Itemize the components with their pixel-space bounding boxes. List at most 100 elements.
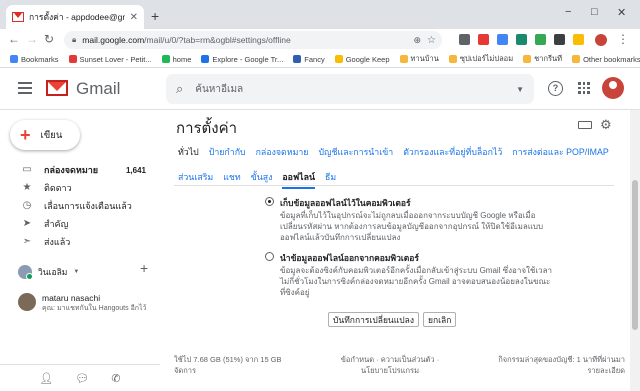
gmail-header: Gmail ⌕ ค้นหาอีเมล ▼ ? — [0, 68, 640, 110]
manage-storage-link[interactable]: จัดการ — [174, 365, 282, 376]
details-link[interactable]: รายละเอียด — [475, 365, 625, 376]
scrollbar[interactable] — [630, 110, 640, 391]
important-icon: ➤ — [22, 218, 32, 229]
sidebar-item-starred[interactable]: ★ ติดดาว — [0, 179, 158, 197]
person-icon[interactable]: 👤︎ — [39, 372, 53, 385]
bookmark-item[interactable]: ซุปเปอร์ไม่ปลอม — [448, 53, 514, 65]
hangouts-contact[interactable]: mataru nasachi คุณ: มาแชทกันใน Hangouts … — [18, 293, 146, 314]
bookmark-icon — [572, 55, 581, 63]
bookmark-label: Sunset Lover - Petit... — [79, 54, 152, 64]
search-input[interactable]: ค้นหาอีเมล — [195, 82, 243, 97]
sidebar-item-sent[interactable]: ➣ ส่งแล้ว — [0, 233, 158, 251]
settings-tab[interactable]: ส่วนเสริม — [178, 170, 213, 189]
keyboard-icon[interactable] — [578, 121, 592, 129]
gmail-wordmark[interactable]: Gmail — [76, 79, 120, 99]
settings-tab[interactable]: ตัวกรองและที่อยู่ที่บล็อกไว้ — [403, 145, 502, 159]
sidebar-item-inbox[interactable]: ▭ กล่องจดหมาย 1,641 — [0, 161, 158, 179]
sidebar-item-label: สำคัญ — [44, 219, 69, 229]
minimize-button[interactable]: − — [565, 6, 571, 18]
save-changes-button[interactable]: บันทึกการเปลี่ยนแปลง — [328, 312, 419, 327]
bookmark-label: Bookmarks — [21, 54, 59, 64]
radio-keep[interactable] — [265, 197, 274, 206]
bookmark-item[interactable]: Explore - Google Tr... — [201, 55, 283, 64]
lock-icon: 🔒︎ — [72, 35, 77, 44]
avatar — [18, 293, 36, 311]
extension-icon[interactable] — [573, 34, 584, 45]
bookmark-icon — [399, 55, 408, 63]
bookmark-label: ซุปเปอร์ไม่ปลอม — [459, 54, 514, 63]
profile-avatar[interactable] — [595, 34, 607, 46]
url-host: mail.google.com — [82, 35, 145, 45]
chat-icon[interactable]: 💬︎ — [75, 372, 89, 385]
offline-option-keep[interactable]: เก็บข้อมูลออฟไลน์ไว้ในคอมพิวเตอร์ ข้อมูล… — [265, 196, 555, 243]
close-window-button[interactable]: ✕ — [617, 6, 626, 19]
settings-tab[interactable]: กล่องจดหมาย — [256, 145, 309, 159]
star-icon: ★ — [22, 182, 32, 193]
forward-icon[interactable]: → — [26, 32, 38, 46]
bookmark-label: Fancy — [304, 54, 325, 64]
extension-icon[interactable] — [497, 34, 508, 45]
extension-icon[interactable] — [459, 34, 470, 45]
bookmark-item[interactable]: Fancy — [293, 54, 325, 64]
main-menu-icon[interactable] — [18, 82, 32, 97]
settings-tab[interactable]: ป้ายกำกับ — [209, 145, 246, 159]
zoom-icon[interactable]: ⊕ — [413, 35, 421, 46]
send-icon: ➣ — [22, 236, 32, 247]
apps-grid-icon[interactable] — [578, 82, 590, 94]
search-icon[interactable]: ⌕ — [176, 81, 183, 97]
offline-option-remove[interactable]: นำข้อมูลออฟไลน์ออกจากคอมพิวเตอร์ ข้อมูลจ… — [265, 251, 555, 298]
star-bookmark-icon[interactable]: ☆ — [427, 35, 436, 46]
extension-icon[interactable] — [478, 34, 489, 45]
compose-button[interactable]: + เขียน — [10, 120, 80, 150]
settings-tab[interactable]: ออฟไลน์ — [282, 170, 316, 189]
gmail-logo-icon[interactable] — [46, 80, 68, 96]
back-icon[interactable]: ← — [8, 32, 20, 46]
address-bar[interactable]: 🔒︎ mail.google.com/mail/u/0/?tab=rm&ogbl… — [64, 31, 442, 49]
terms-links[interactable]: ข้อกำหนด · ความเป็นส่วนตัว · นโยบายโปรแก… — [330, 354, 450, 376]
gmail-favicon-icon — [12, 12, 24, 22]
sidebar-item-label: กล่องจดหมาย — [44, 165, 99, 175]
search-options-icon[interactable]: ▼ — [516, 85, 524, 94]
new-tab-button[interactable]: + — [151, 8, 159, 24]
bookmark-item[interactable]: ชากรีนที — [523, 53, 562, 65]
search-bar[interactable]: ⌕ ค้นหาอีเมล ▼ — [166, 74, 534, 104]
settings-tab[interactable]: การส่งต่อและ POP/IMAP — [512, 145, 608, 159]
bookmark-item[interactable]: Google Keep — [334, 55, 390, 64]
hangouts-self[interactable]: วินเอลิม ▼ — [18, 265, 79, 280]
sidebar-item-snoozed[interactable]: ◷ เลื่อนการแจ้งเตือนแล้ว — [0, 197, 158, 215]
scrollbar-thumb[interactable] — [632, 180, 638, 330]
tab-title: การตั้งค่า - appdodee@gmail.com — [29, 12, 125, 22]
gear-icon[interactable]: ⚙ — [600, 117, 612, 133]
extension-icon[interactable] — [516, 34, 527, 45]
bookmark-label: Explore - Google Tr... — [212, 54, 284, 64]
settings-tab[interactable]: ธีม — [325, 170, 336, 189]
storage-info: ใช้ไป 7.68 GB (51%) จาก 15 GB จัดการ — [174, 354, 282, 376]
reload-icon[interactable]: ↻ — [44, 32, 54, 46]
menu-icon[interactable]: ⋮ — [617, 32, 629, 46]
maximize-button[interactable]: □ — [591, 6, 598, 18]
bookmark-item[interactable]: Sunset Lover - Petit... — [68, 54, 152, 64]
settings-tab[interactable]: ทั่วไป — [178, 145, 199, 159]
bookmark-item[interactable]: ทานบ้าน — [399, 53, 439, 65]
inbox-icon: ▭ — [22, 164, 32, 175]
bookmark-item[interactable]: home — [161, 55, 191, 64]
sidebar-item-important[interactable]: ➤ สำคัญ — [0, 215, 158, 233]
sidebar-footer: 👤︎ 💬︎ ✆ — [0, 364, 160, 391]
bookmark-item[interactable]: Other bookmarks — [572, 55, 640, 64]
settings-tab[interactable]: บัญชีและการนำเข้า — [318, 145, 393, 159]
cancel-button[interactable]: ยกเลิก — [423, 312, 457, 327]
phone-icon[interactable]: ✆ — [111, 372, 120, 385]
account-avatar[interactable] — [602, 77, 624, 99]
help-icon[interactable]: ? — [548, 81, 563, 96]
new-chat-button[interactable]: + — [140, 260, 148, 276]
hangouts-user-name: วินเอลิม — [38, 267, 68, 277]
extension-icon[interactable] — [535, 34, 546, 45]
settings-tab[interactable]: แชท — [223, 170, 240, 189]
browser-tab[interactable]: การตั้งค่า - appdodee@gmail.com ✕ — [6, 5, 144, 29]
settings-tab[interactable]: ขั้นสูง — [251, 170, 273, 189]
radio-remove[interactable] — [265, 252, 274, 261]
storage-usage: ใช้ไป 7.68 GB (51%) จาก 15 GB — [174, 355, 282, 364]
bookmark-item[interactable]: Bookmarks — [10, 55, 59, 64]
extension-icon[interactable] — [554, 34, 565, 45]
close-tab-icon[interactable]: ✕ — [130, 12, 138, 23]
